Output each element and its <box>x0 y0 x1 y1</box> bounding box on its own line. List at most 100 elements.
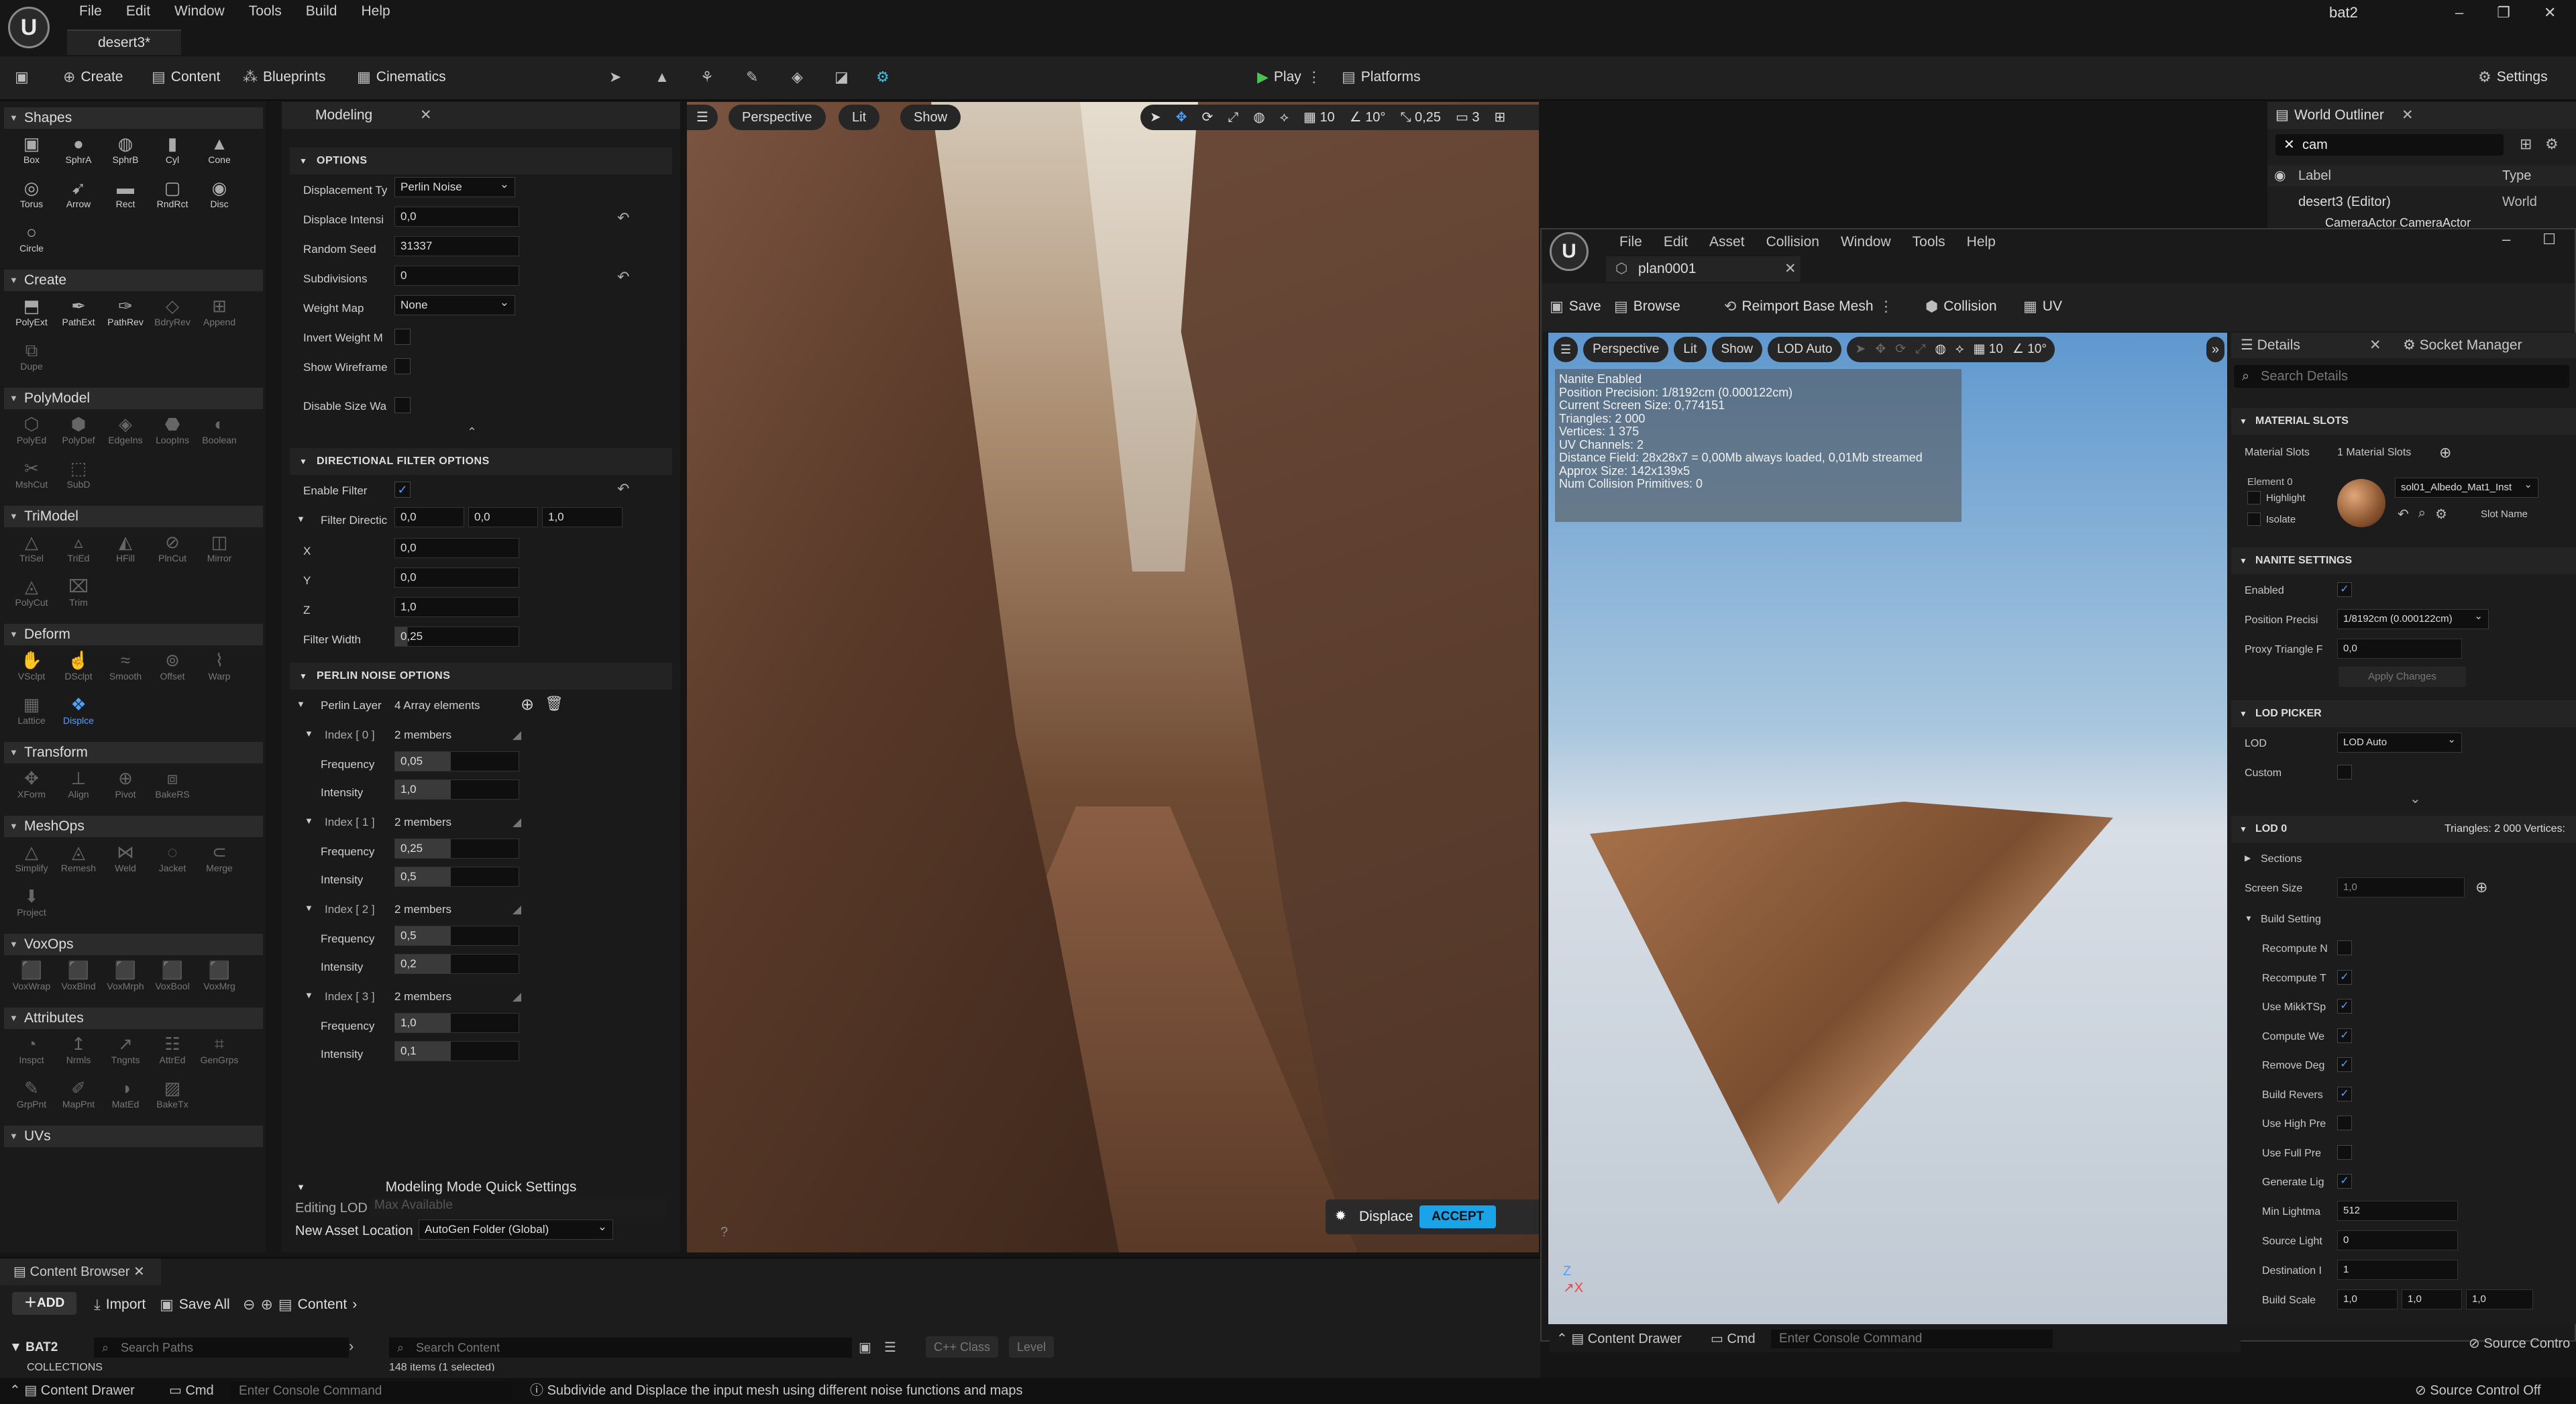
tool-weld[interactable]: ⋈ Weld <box>102 841 149 879</box>
tool-attred[interactable]: ☷ AttrEd <box>149 1033 196 1071</box>
save-icon[interactable]: ▣ <box>15 68 29 86</box>
tool-xform[interactable]: ✥ XForm <box>8 767 55 805</box>
tool-offset[interactable]: ⊚ Offset <box>149 649 196 687</box>
source-control-button[interactable]: ⊘ Source Control Off <box>2415 1378 2541 1404</box>
layer-intensity-slider[interactable]: 0,5 <box>394 867 519 887</box>
tool-warp[interactable]: ⌇ Warp <box>196 649 243 687</box>
show-wireframe-checkbox[interactable] <box>394 358 411 374</box>
angle-snap[interactable]: ∠ 10° <box>2012 337 2047 362</box>
build-setting-checkbox[interactable]: ✓ <box>2337 1174 2352 1189</box>
proxy-triangle-field[interactable]: 0,0 <box>2337 639 2462 659</box>
settings-button[interactable]: ⚙ Settings <box>2478 68 2548 86</box>
viewport-menu-icon[interactable]: ☰ <box>1554 337 1578 362</box>
surface-snap-icon[interactable]: ⟡ <box>1955 337 1964 362</box>
tool-loopins[interactable]: ⬣ LoopIns <box>149 413 196 451</box>
viewport-menu-icon[interactable]: ☰ <box>687 105 718 130</box>
tool-hfill[interactable]: ◭ HFill <box>102 531 149 569</box>
scale-icon[interactable]: ⤢ <box>1228 105 1238 130</box>
expand-toolbar-icon[interactable]: » <box>2206 337 2224 362</box>
tool-boolean[interactable]: ◐ Boolean <box>196 413 243 451</box>
layer-frequency-slider[interactable]: 0,25 <box>394 839 519 859</box>
chevron-right-icon[interactable]: › <box>349 1338 354 1355</box>
section-meshops[interactable]: MeshOps <box>4 816 263 837</box>
subdivisions-field[interactable]: 0 <box>394 266 519 286</box>
delete-icon[interactable]: 🗑 <box>545 695 564 712</box>
tool-subd[interactable]: ⬚ SubD <box>55 457 102 495</box>
tool-arrow[interactable]: ➹ Arrow <box>55 177 102 215</box>
expand-advanced-icon[interactable]: ⌄ <box>2410 790 2421 807</box>
foliage-mode-icon[interactable]: ⚘ <box>700 68 714 86</box>
tool-pivot[interactable]: ⊕ Pivot <box>102 767 149 805</box>
close-tab-icon[interactable]: ✕ <box>1784 256 1796 282</box>
mesh-asset-tab[interactable]: ⬡ plan0001 ✕ <box>1606 256 1801 282</box>
tool-merge[interactable]: ⊂ Merge <box>196 841 243 879</box>
nanite-settings-header[interactable]: NANITE SETTINGS <box>2231 547 2576 574</box>
fracture-mode-icon[interactable]: ◈ <box>792 68 803 86</box>
filter-direction-y[interactable]: 0,0 <box>468 507 538 527</box>
material-thumbnail[interactable] <box>2337 479 2385 527</box>
landscape-mode-icon[interactable]: ▲ <box>655 68 669 86</box>
console-input[interactable]: Enter Console Command <box>231 1382 513 1401</box>
scale-snap[interactable]: ⤡ 0,25 <box>1400 105 1441 130</box>
tool-jacket[interactable]: ◌ Jacket <box>149 841 196 879</box>
save-button[interactable]: ▣ Save <box>1550 298 1601 315</box>
tool-voxwrap[interactable]: ⬛ VoxWrap <box>8 959 55 997</box>
show-button[interactable]: Show <box>1711 337 1763 362</box>
layer-intensity-slider[interactable]: 0,1 <box>394 1041 519 1061</box>
outliner-settings-icon[interactable]: ⚙ <box>2545 136 2559 153</box>
layer-frequency-slider[interactable]: 0,5 <box>394 926 519 946</box>
layer-frequency-slider[interactable]: 1,0 <box>394 1013 519 1033</box>
type-column-header[interactable]: Type <box>2502 165 2531 186</box>
filter-direction-z[interactable]: 1,0 <box>542 507 623 527</box>
scale-icon[interactable]: ⤢ <box>1915 337 1925 362</box>
add-slot-icon[interactable]: ⊕ <box>2439 444 2451 462</box>
menu-tools[interactable]: Tools <box>1902 231 1956 254</box>
bat2-root[interactable]: ▼ BAT2 <box>9 1340 58 1355</box>
menu-asset[interactable]: Asset <box>1699 231 1756 254</box>
level-viewport[interactable]: ☰ Perspective Lit Show ➤ ✥ ⟳ ⤢ ◍ ⟡ ▦ 10 ∠ 10°… <box>687 102 1539 1252</box>
lod-button[interactable]: LOD Auto <box>1768 337 1842 362</box>
browse-button[interactable]: ▤ Browse <box>1614 298 1680 315</box>
random-seed-field[interactable]: 31337 <box>394 236 519 256</box>
position-precision-dropdown[interactable]: 1/8192cm (0.000122cm) <box>2337 607 2489 629</box>
build-setting-checkbox[interactable] <box>2337 940 2352 955</box>
lod0-header[interactable]: LOD 0Triangles: 2 000 Vertices: <box>2231 816 2576 843</box>
content-button[interactable]: ▤ Content <box>152 68 220 86</box>
tool-project[interactable]: ⬇ Project <box>8 885 55 923</box>
close-tab-icon[interactable]: ✕ <box>133 1264 145 1279</box>
reset-icon[interactable]: ↶ <box>617 209 629 227</box>
layer-intensity-slider[interactable]: 1,0 <box>394 779 519 800</box>
menu-help[interactable]: Help <box>349 1 402 21</box>
angle-snap[interactable]: ∠ 10° <box>1350 105 1386 130</box>
section-deform[interactable]: Deform <box>4 624 263 645</box>
restore-icon[interactable]: ❐ <box>2497 4 2510 21</box>
content-browser-tab[interactable]: ▤ Content Browser ✕ <box>0 1258 161 1285</box>
min-lightmap-field[interactable]: 512 <box>2337 1201 2458 1221</box>
z-field[interactable]: 1,0 <box>394 597 519 617</box>
build-scale-x[interactable]: 1,0 <box>2337 1289 2398 1309</box>
tool-polyext[interactable]: ⬒ PolyExt <box>8 295 55 333</box>
perspective-button[interactable]: Perspective <box>729 105 826 130</box>
save-all-button[interactable]: ▣ Save All <box>160 1296 230 1313</box>
browse-icon[interactable]: ⌕ <box>2418 506 2426 523</box>
show-button[interactable]: Show <box>900 105 961 130</box>
close-tab-icon[interactable]: ✕ <box>2369 333 2381 358</box>
expand-icon[interactable]: ▼ <box>305 903 313 913</box>
surface-snap-icon[interactable]: ⟡ <box>1280 105 1289 130</box>
socket-manager-tab[interactable]: ⚙ Socket Manager <box>2403 333 2522 358</box>
create-button[interactable]: ⊕ Create <box>63 68 123 86</box>
add-filter-icon[interactable]: ⊞ <box>2520 136 2532 153</box>
material-dropdown[interactable]: sol01_Albedo_Mat1_Inst <box>2395 476 2538 498</box>
reimport-options-icon[interactable]: ⋮ <box>1879 298 1894 315</box>
brush-edit-icon[interactable]: ◪ <box>835 68 849 86</box>
platforms-button[interactable]: ▤ Platforms <box>1342 68 1420 86</box>
maximize-icon[interactable]: ☐ <box>2542 231 2556 248</box>
path-content[interactable]: Content <box>298 1297 347 1313</box>
build-scale-z[interactable]: 1,0 <box>2466 1289 2533 1309</box>
custom-checkbox[interactable] <box>2337 765 2352 779</box>
blueprints-button[interactable]: ⁂ Blueprints <box>243 68 325 86</box>
menu-collision[interactable]: Collision <box>1756 231 1830 254</box>
tool-mirror[interactable]: ◫ Mirror <box>196 531 243 569</box>
tool-polycut[interactable]: ◬ PolyCut <box>8 576 55 613</box>
play-options-icon[interactable]: ⋮ <box>1307 68 1322 86</box>
